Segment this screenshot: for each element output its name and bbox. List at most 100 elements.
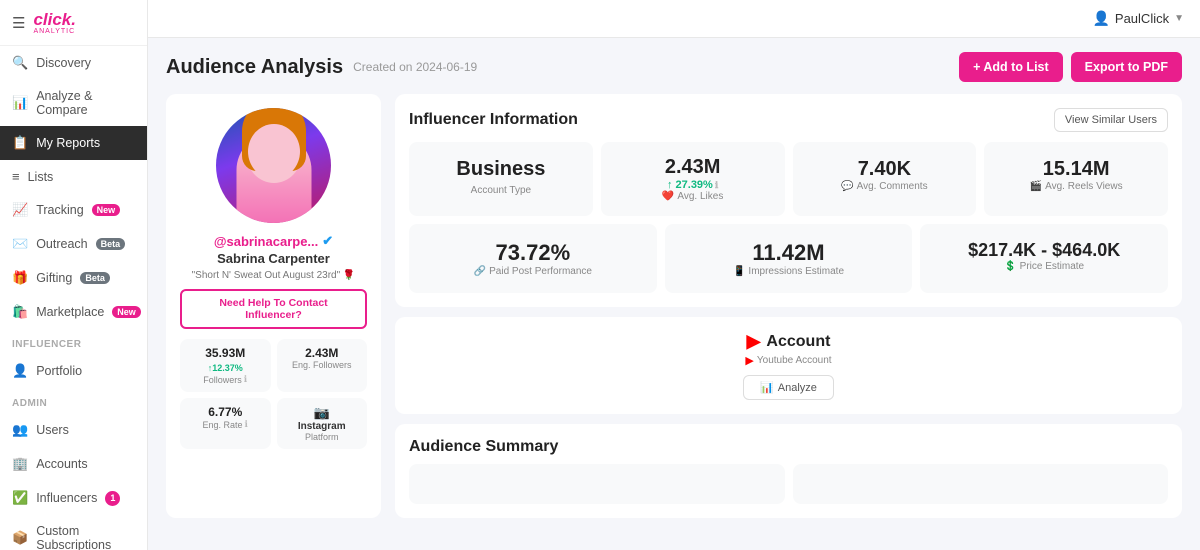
eng-followers-stat: 2.43M Eng. Followers — [277, 339, 368, 392]
admin-section-label: ADMIN — [0, 388, 147, 413]
sidebar-item-outreach[interactable]: ✉️ Outreach Beta — [0, 227, 147, 261]
sidebar-item-users[interactable]: 👥 Users — [0, 413, 147, 447]
sidebar-item-label: Discovery — [36, 56, 91, 70]
account-sub: ▶ Youtube Account — [745, 354, 831, 367]
info-cards-row2: 73.72% 🔗 Paid Post Performance 11.42M 📱 … — [409, 224, 1168, 293]
sidebar-item-label: Influencers — [36, 491, 97, 505]
content-grid: @sabrinacarpe... ✔ Sabrina Carpenter "Sh… — [166, 94, 1182, 518]
accounts-icon: 🏢 — [12, 456, 28, 472]
export-pdf-button[interactable]: Export to PDF — [1071, 52, 1182, 82]
marketplace-icon: 🛍️ — [12, 304, 28, 320]
sidebar-item-lists[interactable]: ≡ Lists — [0, 160, 147, 193]
bio-text: "Short N' Sweat Out August 23rd" — [192, 270, 341, 281]
bio-emoji: 🌹 — [343, 270, 355, 281]
platform-value: Instagram — [285, 421, 360, 432]
sidebar-item-label: Portfolio — [36, 364, 82, 378]
account-section: ▶ Account ▶ Youtube Account 📊 Analyze — [395, 317, 1182, 414]
account-type-label: Account Type — [421, 185, 581, 196]
handle-text: @sabrinacarpe... — [214, 234, 318, 249]
view-similar-button[interactable]: View Similar Users — [1054, 108, 1168, 132]
section-header: Influencer Information View Similar User… — [409, 108, 1168, 132]
yt-sub-icon: ▶ — [745, 354, 753, 367]
eng-rate-info-icon: ℹ — [245, 419, 248, 430]
sidebar-item-portfolio[interactable]: 👤 Portfolio — [0, 354, 147, 388]
contact-button[interactable]: Need Help To Contact Influencer? — [180, 289, 367, 329]
avg-comments-value: 7.40K — [805, 158, 965, 181]
avatar — [216, 108, 331, 223]
outreach-icon: ✉️ — [12, 236, 28, 252]
avg-reels-sub: 🎬 Avg. Reels Views — [996, 181, 1156, 192]
page-header: Audience Analysis Created on 2024-06-19 … — [166, 52, 1182, 82]
right-panel: Influencer Information View Similar User… — [395, 94, 1182, 518]
avg-likes-card: 2.43M ↑ 27.39% ℹ ❤️ Avg. Likes — [601, 142, 785, 216]
youtube-icon: ▶ — [747, 331, 761, 352]
price-card: $217.4K - $464.0K 💲 Price Estimate — [920, 224, 1168, 293]
eng-followers-label: Eng. Followers — [285, 360, 360, 370]
platform-icon: 📷 — [285, 405, 360, 421]
outreach-badge: Beta — [96, 238, 126, 250]
analyze-label: Analyze — [778, 382, 817, 394]
tracking-badge: New — [92, 204, 121, 216]
stats-grid: 35.93M ↑12.37% Followers ℹ 2.43M Eng. Fo… — [180, 339, 367, 449]
account-platform: ▶ Account — [747, 331, 831, 352]
sidebar-item-influencers[interactable]: ✅ Influencers 1 — [0, 481, 147, 515]
avg-likes-change: ↑ 27.39% ℹ — [613, 179, 773, 191]
analyze-button[interactable]: 📊 Analyze — [743, 375, 834, 400]
hamburger-icon[interactable]: ☰ — [12, 14, 25, 32]
eng-rate-value: 6.77% — [188, 405, 263, 419]
sidebar-item-my-reports[interactable]: 📋 My Reports — [0, 126, 147, 160]
main-content: 👤 PaulClick ▼ Audience Analysis Created … — [148, 0, 1200, 550]
sidebar-item-analyze-compare[interactable]: 📊 Analyze & Compare — [0, 80, 147, 126]
comment-icon: 💬 — [841, 181, 853, 192]
followers-stat: 35.93M ↑12.37% Followers ℹ — [180, 339, 271, 392]
account-type-value: Business — [421, 158, 581, 181]
device-icon: 📱 — [733, 266, 745, 277]
analyze-icon: 📊 — [760, 381, 774, 394]
add-to-list-button[interactable]: + Add to List — [959, 52, 1063, 82]
audience-summary-content — [409, 464, 1168, 504]
topbar: 👤 PaulClick ▼ — [148, 0, 1200, 38]
user-menu[interactable]: 👤 PaulClick ▼ — [1092, 10, 1184, 27]
followers-value: 35.93M ↑12.37% — [188, 346, 263, 374]
users-icon: 👥 — [12, 422, 28, 438]
paid-post-value: 73.72% — [421, 240, 645, 266]
sidebar-item-label: Analyze & Compare — [36, 89, 135, 117]
followers-change: ↑12.37% — [208, 363, 243, 373]
sidebar-item-gifting[interactable]: 🎁 Gifting Beta — [0, 261, 147, 295]
analyze-compare-icon: 📊 — [12, 95, 28, 111]
paid-post-card: 73.72% 🔗 Paid Post Performance — [409, 224, 657, 293]
audience-summary-title: Audience Summary — [409, 438, 1168, 456]
platform-stat: 📷 Instagram Platform — [277, 398, 368, 449]
sidebar-item-label: My Reports — [36, 136, 100, 150]
page-title: Audience Analysis — [166, 56, 343, 79]
eng-rate-stat: 6.77% Eng. Rate ℹ — [180, 398, 271, 449]
impressions-card: 11.42M 📱 Impressions Estimate — [665, 224, 913, 293]
discovery-icon: 🔍 — [12, 55, 28, 71]
heart-icon: ❤️ — [662, 191, 674, 202]
sidebar-item-label: Custom Subscriptions — [36, 524, 135, 550]
sidebar-item-discovery[interactable]: 🔍 Discovery — [0, 46, 147, 80]
logo-sub: ANALYTIC — [33, 28, 76, 35]
page-content: Audience Analysis Created on 2024-06-19 … — [148, 38, 1200, 550]
sidebar-item-accounts[interactable]: 🏢 Accounts — [0, 447, 147, 481]
sidebar-item-tracking[interactable]: 📈 Tracking New — [0, 193, 147, 227]
info-icon: ℹ — [244, 374, 247, 385]
audience-card-placeholder-1 — [409, 464, 785, 504]
account-title: Account — [766, 333, 830, 351]
info-cards-row1: Business Account Type 2.43M ↑ 27.39% ℹ ❤… — [409, 142, 1168, 216]
reels-icon: 🎬 — [1030, 181, 1042, 192]
profile-bio: "Short N' Sweat Out August 23rd" 🌹 — [192, 270, 356, 281]
reports-icon: 📋 — [12, 135, 28, 151]
eng-followers-value: 2.43M — [285, 346, 360, 360]
sidebar-item-marketplace[interactable]: 🛍️ Marketplace New — [0, 295, 147, 329]
link-icon: 🔗 — [474, 266, 486, 277]
sidebar-item-custom-subscriptions[interactable]: 📦 Custom Subscriptions — [0, 515, 147, 550]
paid-post-sub: 🔗 Paid Post Performance — [421, 266, 645, 277]
sidebar-item-label: Tracking — [36, 203, 83, 217]
avg-reels-card: 15.14M 🎬 Avg. Reels Views — [984, 142, 1168, 216]
page-created: Created on 2024-06-19 — [353, 60, 477, 74]
profile-handle: @sabrinacarpe... ✔ — [214, 233, 333, 249]
avg-comments-sub: 💬 Avg. Comments — [805, 181, 965, 192]
impressions-value: 11.42M — [677, 240, 901, 266]
profile-name: Sabrina Carpenter — [217, 251, 330, 266]
